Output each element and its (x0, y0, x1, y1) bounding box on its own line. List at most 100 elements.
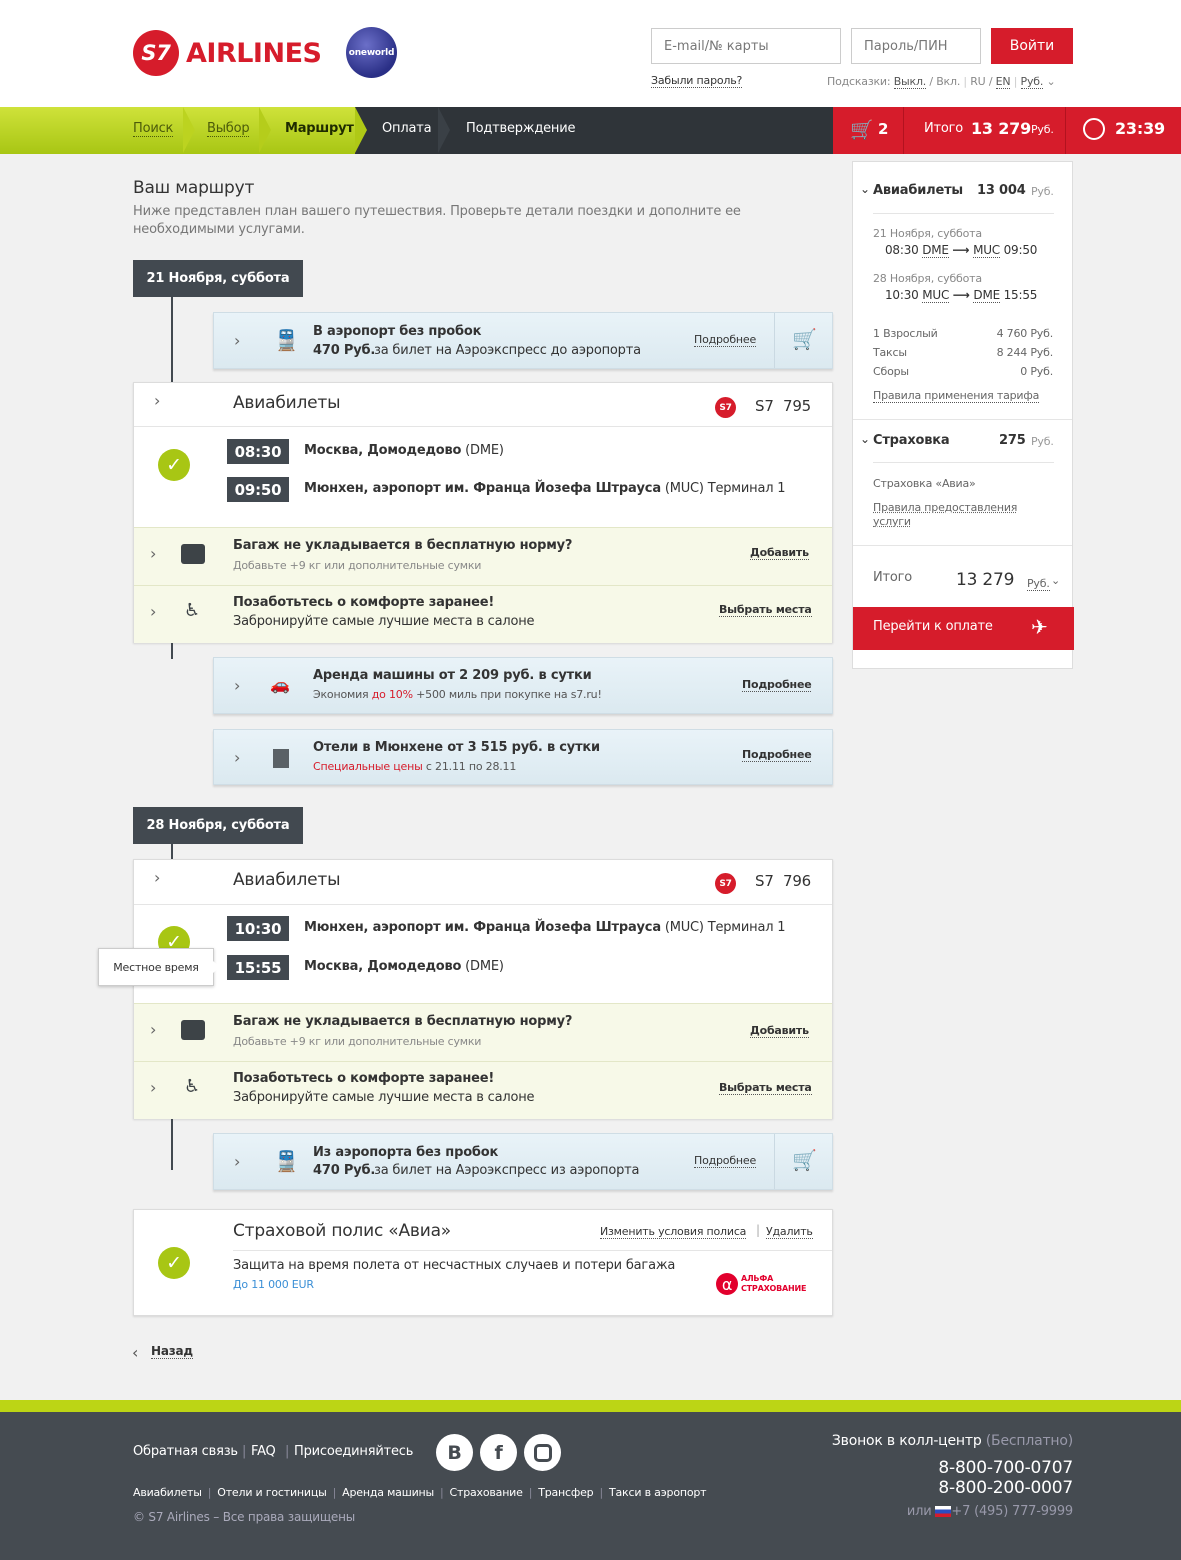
step-separator (183, 107, 195, 153)
hints-off-link[interactable]: Выкл. (893, 75, 926, 89)
tickets-currency: Руб. (1031, 185, 1054, 198)
chevron-right-icon[interactable]: › (154, 391, 160, 410)
step-separator (438, 107, 450, 153)
chevron-right-icon[interactable]: › (150, 1020, 156, 1039)
add-to-cart-icon[interactable]: 🛒 (792, 327, 817, 351)
call-center-free: (Бесплатно) (985, 1433, 1073, 1449)
car-more-link[interactable]: Подробнее (742, 678, 812, 692)
lang-ru-link[interactable]: RU (970, 75, 986, 88)
hotel-more-link[interactable]: Подробнее (742, 748, 812, 762)
alfa-logo-text: АЛЬФА СТРАХОВАНИЕ (741, 1274, 806, 1294)
lang-en-link[interactable]: EN (995, 75, 1011, 89)
footer-link-tickets[interactable]: Авиабилеты (133, 1486, 202, 1499)
chevron-right-icon[interactable]: › (154, 868, 160, 887)
oneworld-logo: oneworld (346, 27, 397, 78)
seats-offer-row[interactable]: › ♿ Позаботьтесь о комфорте заранее! Заб… (134, 1061, 832, 1119)
footer-links: Авиабилеты | Отели и гостиницы | Аренда маши… (133, 1486, 707, 1499)
hotel-sub-special: Специальные цены (313, 760, 423, 773)
step-search[interactable]: Поиск (133, 121, 173, 137)
fare-rules-link[interactable]: Правила применения тарифа (873, 389, 1039, 403)
footer-link-taxi[interactable]: Такси в аэропорт (609, 1486, 707, 1499)
insurance-name: Страховка «Авиа» (873, 477, 976, 490)
baggage-offer-row[interactable]: › Багаж не укладывается в бесплатную нор… (134, 527, 832, 585)
flight-number: 796 (783, 872, 812, 890)
chevron-down-icon[interactable]: ⌄ (860, 182, 870, 196)
express-more-link[interactable]: Подробнее (694, 1154, 756, 1168)
dep-code: (MUC) Терминал 1 (664, 920, 786, 935)
payment-button-label: Перейти к оплате (873, 619, 993, 634)
train-icon: 🚆 (274, 328, 299, 352)
back-link[interactable]: Назад (151, 1344, 193, 1359)
footer-link-insurance[interactable]: Страхование (450, 1486, 523, 1499)
add-baggage-link[interactable]: Добавить (750, 1024, 809, 1038)
footer-link-hotels[interactable]: Отели и гостиницы (217, 1486, 327, 1499)
header-settings: Подсказки: Выкл. / Вкл. | RU / EN | Руб.… (827, 75, 1056, 89)
email-input[interactable] (651, 28, 841, 64)
seg1-arr: 09:50 (1003, 243, 1038, 257)
chevron-right-icon[interactable]: › (234, 676, 240, 695)
chevron-right-icon[interactable]: › (150, 602, 156, 621)
chevron-right-icon[interactable]: › (234, 1152, 240, 1171)
faq-link[interactable]: FAQ (251, 1444, 276, 1459)
add-to-cart-icon[interactable]: 🛒 (792, 1148, 817, 1172)
arr-place-name: Мюнхен, аэропорт им. Франца Йозефа Штрау… (304, 481, 661, 496)
page-description: Ниже представлен план вашего путешествия… (133, 204, 741, 237)
change-policy-link[interactable]: Изменить условия полиса (600, 1225, 746, 1239)
baggage-offer-row[interactable]: › Багаж не укладывается в бесплатную нор… (134, 1003, 832, 1061)
chevron-right-icon[interactable]: › (150, 1078, 156, 1097)
chevron-left-icon[interactable]: ‹ (132, 1343, 138, 1362)
or-label: или (906, 1504, 932, 1519)
inbound-date-tag: 28 Ноября, суббота (133, 807, 303, 844)
russia-flag-icon (935, 1506, 952, 1517)
timeline-line (171, 844, 173, 860)
phone-1[interactable]: 8-800-700-0707 (938, 1458, 1073, 1478)
hints-on-link[interactable]: Вкл. (936, 75, 960, 88)
insurance-label[interactable]: Страховка (873, 433, 950, 448)
express-more-link[interactable]: Подробнее (694, 333, 756, 347)
login-button[interactable]: Войти (991, 28, 1073, 64)
total-amount: 13 279 (971, 119, 1032, 138)
arr-code: (MUC) Терминал 1 (664, 481, 786, 496)
chevron-right-icon[interactable]: › (234, 331, 240, 350)
proceed-to-payment-button[interactable]: Перейти к оплате ✈ (853, 607, 1074, 650)
feedback-link[interactable]: Обратная связь (133, 1444, 238, 1459)
inbound-flight-card: › Авиабилеты S7 S7 796 ✓ 10:30 Мюнхен, а… (133, 859, 833, 1119)
add-baggage-link[interactable]: Добавить (750, 546, 809, 560)
chevron-down-icon[interactable]: ⌄ (860, 432, 870, 446)
insurance-rules-link[interactable]: Правила предоставления услуги (873, 501, 1023, 529)
tickets-label[interactable]: Авиабилеты (873, 183, 963, 198)
chevron-right-icon[interactable]: › (234, 748, 240, 767)
forgot-password-link[interactable]: Забыли пароль? (651, 74, 742, 88)
join-label: Присоединяйтесь (294, 1444, 414, 1459)
divider (774, 313, 775, 368)
password-input[interactable] (851, 28, 981, 64)
seats-offer-row[interactable]: › ♿ Позаботьтесь о комфорте заранее! Заб… (134, 585, 832, 643)
currency-select[interactable]: Руб. (1020, 75, 1043, 89)
instagram-icon[interactable] (524, 1434, 561, 1471)
s7-logo[interactable]: S7 AIRLINES (133, 30, 322, 76)
insurance-currency: Руб. (1031, 435, 1054, 448)
footer-link-car-rental[interactable]: Аренда машины (342, 1486, 434, 1499)
sidebar-currency-select[interactable]: Руб. (1027, 577, 1050, 591)
arrow-right-icon: ⟶ (952, 288, 970, 302)
session-timer: 23:39 (1115, 119, 1165, 138)
chevron-right-icon[interactable]: › (150, 544, 156, 563)
choose-seats-link[interactable]: Выбрать места (719, 603, 812, 617)
footer-link-transfer[interactable]: Трансфер (538, 1486, 593, 1499)
step-select[interactable]: Выбор (207, 121, 250, 137)
choose-seats-link[interactable]: Выбрать места (719, 1081, 812, 1095)
site-header: S7 AIRLINES oneworld Войти Забыли пароль… (0, 0, 1181, 107)
hints-label: Подсказки: (827, 75, 891, 88)
timeline-line (171, 1119, 173, 1170)
vk-icon[interactable]: B (436, 1434, 473, 1471)
cart-icon[interactable]: 🛒 (850, 118, 874, 141)
delete-policy-link[interactable]: Удалить (766, 1225, 813, 1239)
aeroexpress-to-airport-card: › 🚆 В аэропорт без пробок 470 Руб. за би… (213, 312, 833, 369)
check-icon: ✓ (158, 1247, 190, 1279)
step-separator (259, 107, 271, 153)
aeroexpress-from-airport-card: › 🚆 Из аэропорта без пробок 470 Руб. за … (213, 1133, 833, 1190)
phone-2[interactable]: 8-800-200-0007 (938, 1478, 1073, 1498)
insurance-sum: 275 (999, 433, 1026, 448)
phone-3[interactable]: +7 (495) 777-9999 (951, 1504, 1073, 1519)
facebook-icon[interactable]: f (480, 1434, 517, 1471)
